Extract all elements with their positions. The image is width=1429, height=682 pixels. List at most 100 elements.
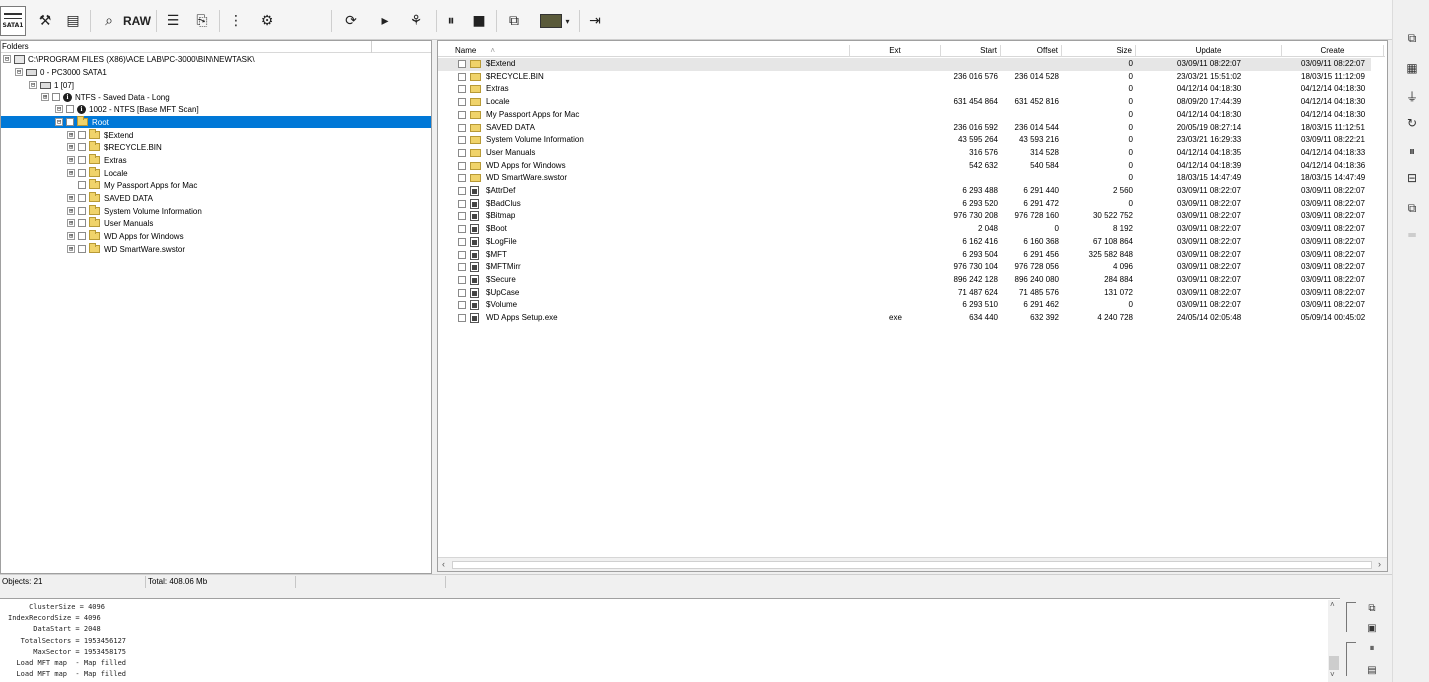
file-checkbox[interactable] xyxy=(458,110,466,119)
expand-toggle-icon[interactable]: ⊞ xyxy=(67,143,75,151)
play-button[interactable]: ▸ xyxy=(375,8,395,34)
pause-panel-button[interactable]: ⏸ xyxy=(1401,141,1423,161)
file-checkbox[interactable] xyxy=(458,275,466,284)
tree-item[interactable]: ⊞ i NTFS - Saved Data - Long xyxy=(41,91,170,103)
tree-item[interactable]: ⊟ 0 - PC3000 SATA1 xyxy=(15,66,107,78)
column-update[interactable]: Update xyxy=(1136,45,1282,57)
file-checkbox[interactable] xyxy=(458,288,466,297)
close-copy-button[interactable]: ⧉ xyxy=(1401,198,1423,218)
tree-checkbox[interactable] xyxy=(78,219,86,227)
tree-checkbox[interactable] xyxy=(78,245,86,253)
scroll-up-icon[interactable]: ˄ xyxy=(1330,600,1335,609)
tree-item[interactable]: ⊞ WD SmartWare.swstor xyxy=(67,243,185,255)
expand-toggle-icon[interactable]: ⊞ xyxy=(67,245,75,253)
tree-item[interactable]: ⊞ Extras xyxy=(67,154,127,166)
tree-item[interactable]: ⊟ 1 [07] xyxy=(29,79,74,91)
log-scroll-thumb[interactable] xyxy=(1329,656,1339,670)
file-row[interactable]: WD Apps Setup.exe exe 634 440 632 392 4 240 … xyxy=(438,312,1371,325)
file-row[interactable]: $Bitmap 976 730 208 976 728 160 30 522 752 0… xyxy=(438,210,1371,223)
expand-toggle-icon[interactable]: ⊞ xyxy=(67,232,75,240)
split-button[interactable]: ☰ xyxy=(162,8,184,34)
tree-checkbox[interactable] xyxy=(78,169,86,177)
refresh-button[interactable]: ⟳ xyxy=(340,8,362,34)
tree-item[interactable]: ⊞ System Volume Information xyxy=(67,205,202,217)
tree-item[interactable]: ⊞ Locale xyxy=(67,167,128,179)
expand-toggle-icon[interactable]: ⊞ xyxy=(67,207,75,215)
expand-toggle-icon[interactable]: ⊞ xyxy=(67,219,75,227)
file-row[interactable]: $MFT 6 293 504 6 291 456 325 582 848 03/09/1… xyxy=(438,249,1371,262)
tree-checkbox[interactable] xyxy=(78,181,86,189)
column-offset[interactable]: Offset xyxy=(1001,45,1062,57)
log-pause-button[interactable]: ⏸ xyxy=(1364,640,1380,656)
raw-button[interactable]: RAW xyxy=(123,8,151,34)
search-button[interactable]: ⌕ xyxy=(98,8,120,34)
file-row[interactable]: $BadClus 6 293 520 6 291 472 0 03/09/11 08:2… xyxy=(438,198,1371,211)
column-start[interactable]: Start xyxy=(941,45,1001,57)
file-row[interactable]: User Manuals 316 576 314 528 0 04/12/14 04:1… xyxy=(438,147,1371,160)
tree-item[interactable]: ⊞ $RECYCLE.BIN xyxy=(67,141,162,153)
tree-item[interactable]: ⊞ WD Apps for Windows xyxy=(67,230,184,242)
file-row[interactable]: WD SmartWare.swstor 0 18/03/15 14:47:49 18/… xyxy=(438,172,1371,185)
tree-checkbox[interactable] xyxy=(66,118,74,126)
pause-button[interactable]: ⏸ xyxy=(441,8,461,34)
tree-item[interactable]: ⊟ C:\PROGRAM FILES (X86)\ACE LAB\PC-3000\… xyxy=(3,53,255,65)
file-row[interactable]: $RECYCLE.BIN 236 016 576 236 014 528 0 23/03… xyxy=(438,71,1371,84)
file-checkbox[interactable] xyxy=(458,161,466,170)
file-row[interactable]: $LogFile 6 162 416 6 160 368 67 108 864 03/0… xyxy=(438,236,1371,249)
expand-toggle-icon[interactable]: ⊞ xyxy=(67,131,75,139)
expand-toggle-icon[interactable]: ⊞ xyxy=(41,93,49,101)
column-size[interactable]: Size xyxy=(1062,45,1136,57)
file-row[interactable]: $AttrDef 6 293 488 6 291 440 2 560 03/09/11 … xyxy=(438,185,1371,198)
expand-toggle-icon[interactable]: ⊞ xyxy=(67,169,75,177)
column-name[interactable]: Name ˄ xyxy=(452,45,850,57)
file-row[interactable]: $UpCase 71 487 624 71 485 576 131 072 03/09/… xyxy=(438,287,1371,300)
tree-checkbox[interactable] xyxy=(78,131,86,139)
expand-toggle-icon[interactable]: ⊟ xyxy=(55,118,63,126)
file-checkbox[interactable] xyxy=(458,237,466,246)
file-checkbox[interactable] xyxy=(458,263,466,272)
file-checkbox[interactable] xyxy=(458,98,466,107)
expand-toggle-icon[interactable]: ⊞ xyxy=(67,156,75,164)
file-checkbox[interactable] xyxy=(458,60,466,68)
task-button[interactable]: ▤ xyxy=(62,8,84,34)
expand-toggle-icon[interactable]: ⊟ xyxy=(15,68,23,76)
scheme-button[interactable]: ⚘ xyxy=(402,8,430,34)
file-checkbox[interactable] xyxy=(458,123,466,132)
column-ext[interactable]: Ext xyxy=(850,45,941,57)
sata-button[interactable]: ⊟ xyxy=(1401,168,1423,188)
device-sata1-button[interactable]: SATA1 xyxy=(0,6,26,36)
file-checkbox[interactable] xyxy=(458,212,466,221)
scroll-down-icon[interactable]: ˅ xyxy=(1330,670,1335,679)
file-row[interactable]: Locale 631 454 864 631 452 816 0 08/09/20 17… xyxy=(438,96,1371,109)
port-button[interactable]: ═ xyxy=(1401,225,1423,245)
expand-toggle-icon[interactable]: ⊟ xyxy=(29,81,37,89)
tree-item[interactable]: ⊞ SAVED DATA xyxy=(67,192,153,204)
tree-item[interactable]: My Passport Apps for Mac xyxy=(67,179,197,191)
scroll-thumb[interactable] xyxy=(452,561,1372,569)
tree-checkbox[interactable] xyxy=(52,93,60,101)
file-checkbox[interactable] xyxy=(458,136,466,145)
tree-item[interactable]: ⊟ Root xyxy=(1,116,431,128)
expand-toggle-icon[interactable]: ⊟ xyxy=(55,105,63,113)
horizontal-scrollbar[interactable]: ‹ › xyxy=(438,557,1387,571)
tree-settings-button[interactable]: ⚙ xyxy=(254,8,280,34)
file-checkbox[interactable] xyxy=(458,314,466,322)
view-dropdown[interactable]: ▾ xyxy=(535,8,575,34)
log-scrollbar[interactable]: ˄ ˅ xyxy=(1328,600,1340,682)
speed-button[interactable]: ↻ xyxy=(1401,113,1423,133)
file-checkbox[interactable] xyxy=(458,174,466,183)
tree-checkbox[interactable] xyxy=(78,143,86,151)
expand-toggle-icon[interactable]: ⊟ xyxy=(3,55,11,63)
tree-button[interactable]: ⋮ xyxy=(225,8,247,34)
file-row[interactable]: System Volume Information 43 595 264 43 59… xyxy=(438,134,1371,147)
expand-toggle-icon[interactable] xyxy=(67,181,75,189)
file-row[interactable]: $Volume 6 293 510 6 291 462 0 03/09/11 08:22… xyxy=(438,299,1371,312)
exit-button[interactable]: ⇥ xyxy=(584,8,606,34)
file-checkbox[interactable] xyxy=(458,148,466,157)
column-create[interactable]: Create xyxy=(1282,45,1384,57)
scroll-right-icon[interactable]: › xyxy=(1378,559,1381,569)
file-checkbox[interactable] xyxy=(458,199,466,208)
file-checkbox[interactable] xyxy=(458,301,466,310)
export-button[interactable]: ⎘ xyxy=(191,8,213,34)
file-row[interactable]: $Boot 2 048 0 8 192 03/09/11 08:22:07 03/09/1… xyxy=(438,223,1371,236)
